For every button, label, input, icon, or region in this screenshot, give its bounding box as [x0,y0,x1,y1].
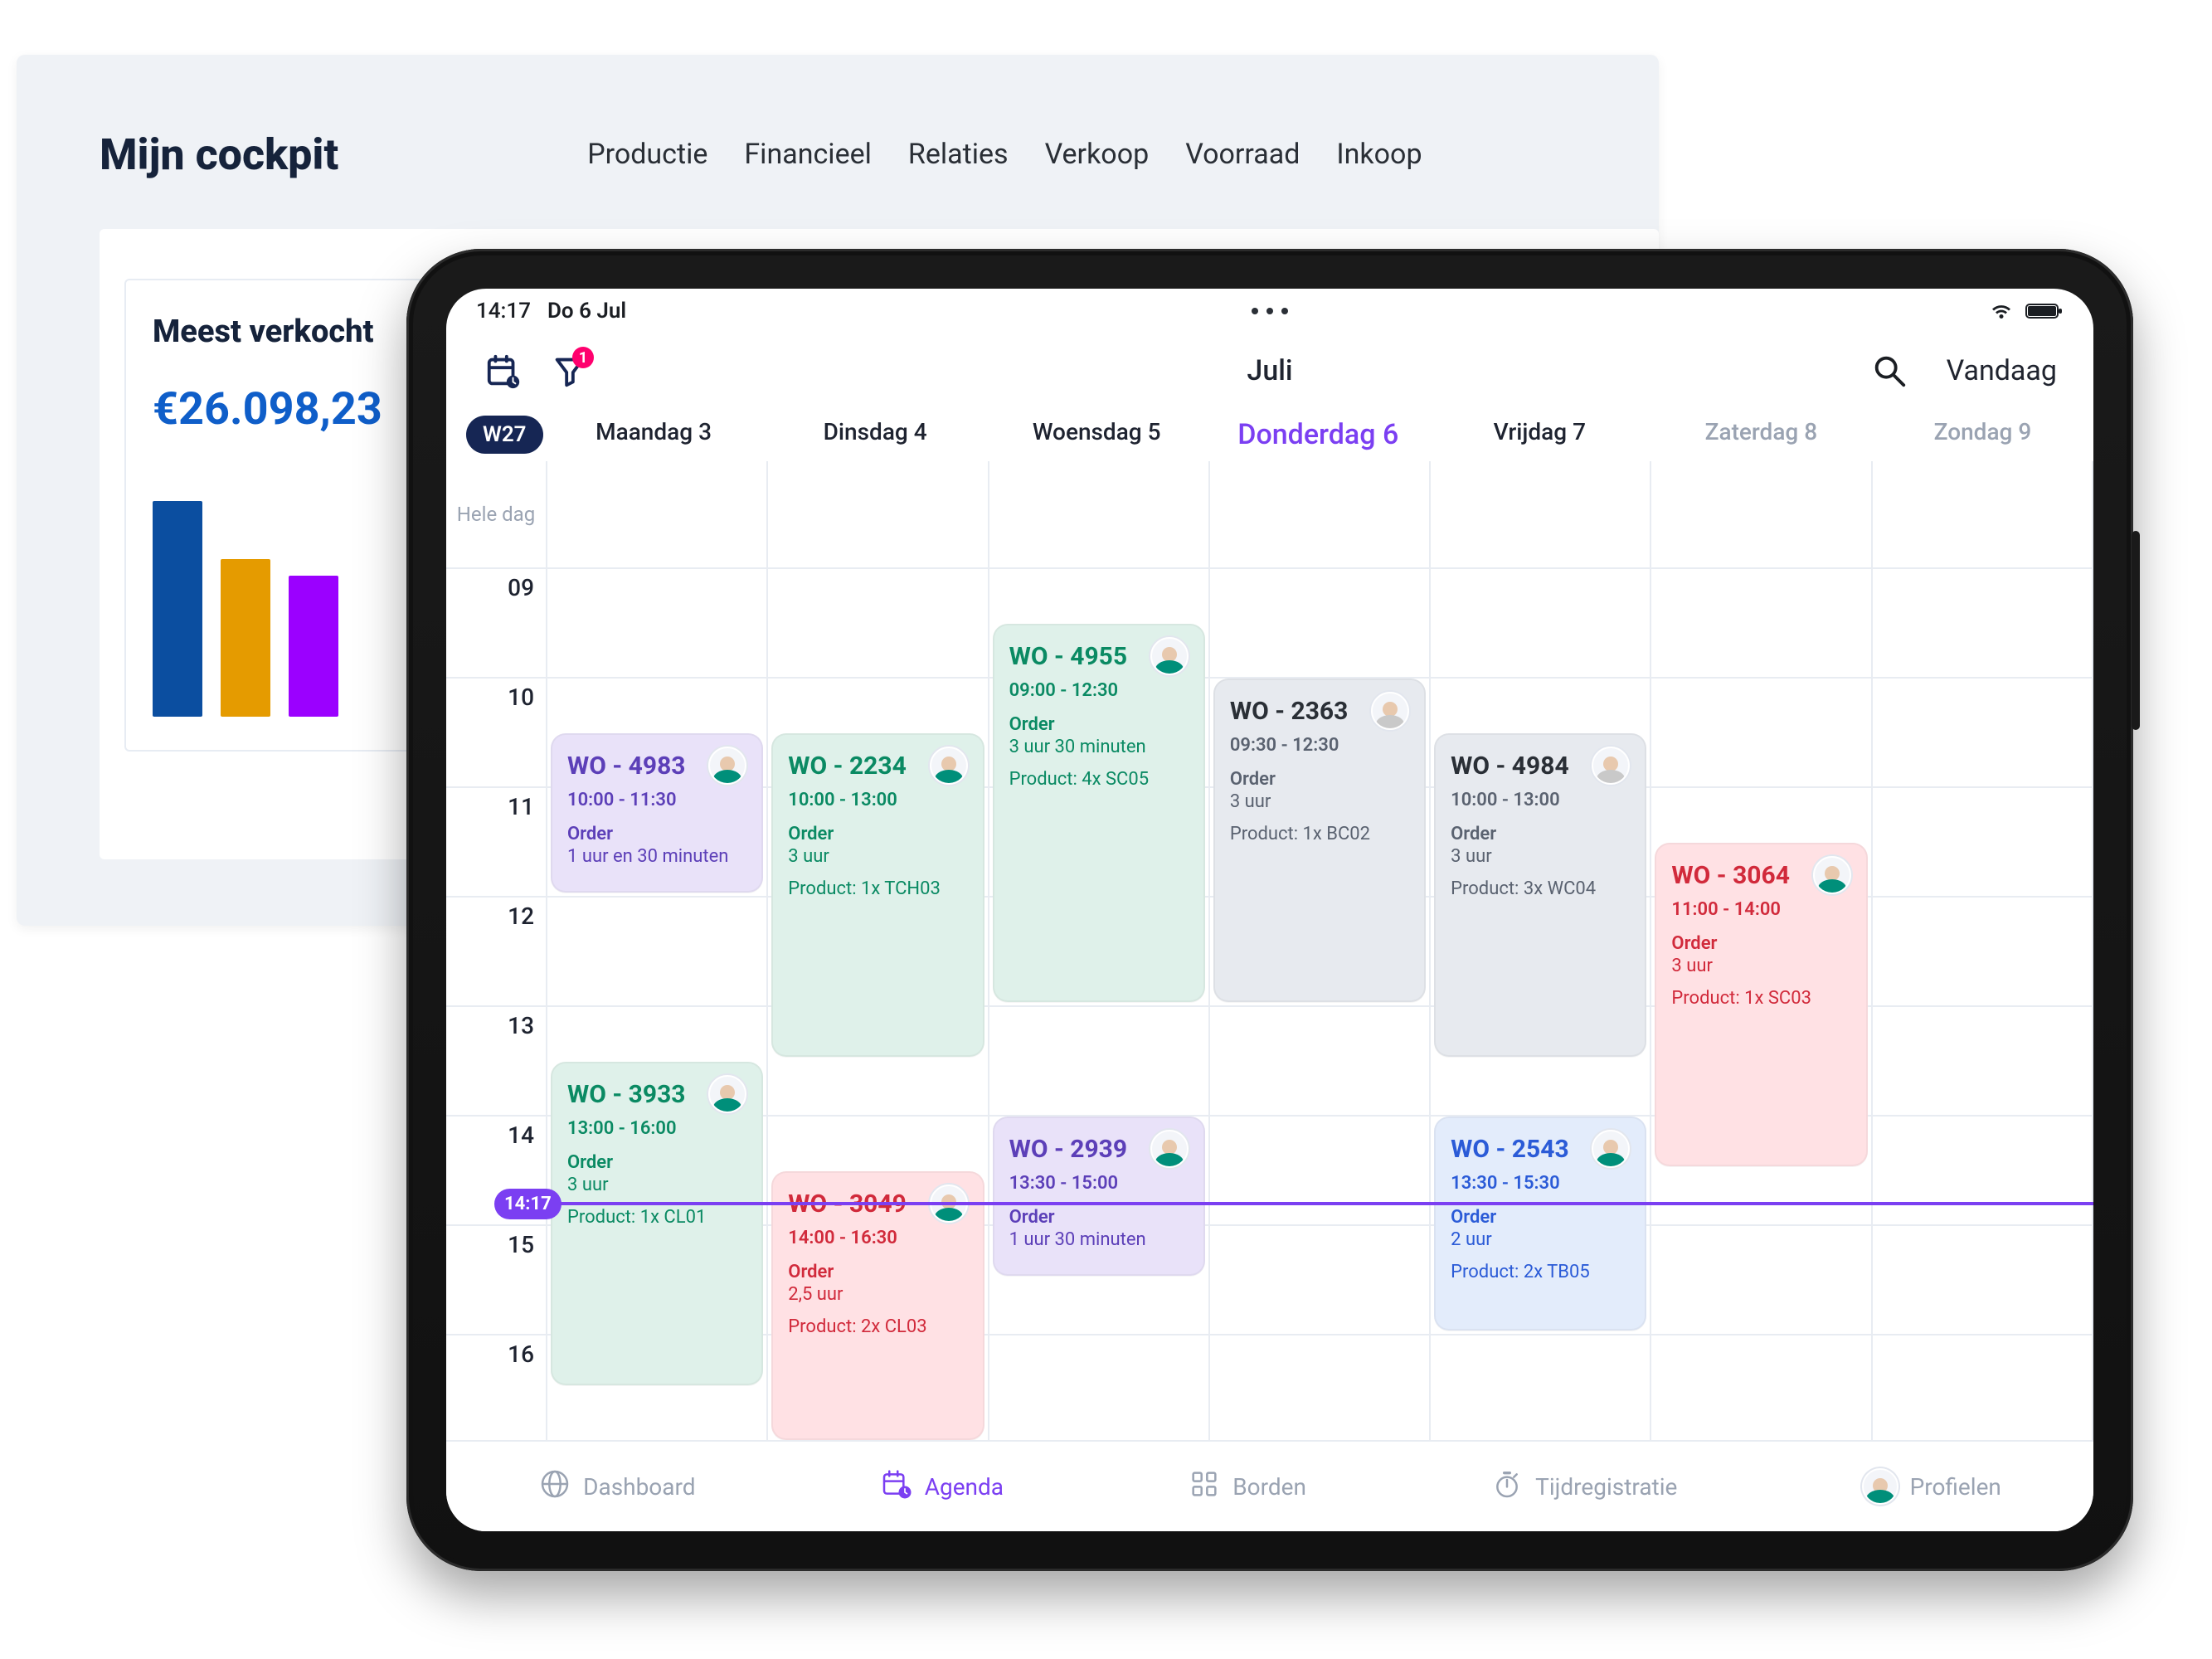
hour-11: 11 [446,788,546,898]
kanban-icon [1188,1467,1221,1506]
tab-bar: Dashboard Agenda Borden Tijdregistratie Prof… [446,1440,2093,1531]
col-1[interactable]: WO - 223410:00 - 13:00Order3 uurProduct:… [768,569,989,1440]
tab-tijdregistratie[interactable]: Tijdregistratie [1490,1467,1677,1506]
col-3[interactable]: WO - 236309:30 - 12:30Order3 uurProduct:… [1210,569,1431,1440]
tab-label: Borden [1232,1473,1306,1501]
hour-gutter: 0910111213141516 [446,569,547,1440]
tab-profielen[interactable]: Profielen [1862,1468,2001,1505]
all-day-label: Hele dag [446,461,547,567]
week-header: W27 Maandag 3Dinsdag 4Woensdag 5Donderda… [446,408,2093,461]
bar-1 [153,501,202,717]
avatar [1813,856,1851,894]
event-wo-3933[interactable]: WO - 393313:00 - 16:00Order3 uurProduct:… [551,1062,763,1385]
avatar [1150,1130,1189,1168]
col-2[interactable]: WO - 495509:00 - 12:30Order3 uur 30 minu… [989,569,1210,1440]
status-bar: 14:17 Do 6 Jul [446,289,2093,333]
card-title: Meest verkocht [153,314,395,350]
day-header-2[interactable]: Woensdag 5 [986,418,1208,451]
tab-label: Dashboard [583,1473,695,1501]
event-wo-4983[interactable]: WO - 498310:00 - 11:30Order1 uur en 30 m… [551,733,763,893]
hour-10: 10 [446,679,546,788]
hour-13: 13 [446,1007,546,1117]
col-6[interactable] [1873,569,2093,1440]
calendar-icon[interactable] [483,350,524,392]
bar-3 [289,576,338,717]
tab-label: Agenda [925,1473,1004,1501]
avatar [708,1075,746,1113]
hour-09: 09 [446,569,546,679]
day-header-6[interactable]: Zondag 9 [1872,418,2093,451]
day-columns: WO - 498310:00 - 11:30Order1 uur en 30 m… [547,569,2093,1440]
nav-inkoop[interactable]: Inkoop [1336,138,1422,171]
event-wo-2363[interactable]: WO - 236309:30 - 12:30Order3 uurProduct:… [1213,679,1426,1002]
bar-chart [153,501,338,717]
event-wo-4955[interactable]: WO - 495509:00 - 12:30Order3 uur 30 minu… [993,624,1205,1002]
wifi-icon [1989,302,2014,320]
timer-icon [1490,1467,1524,1506]
battery-icon [2025,302,2064,320]
day-header-5[interactable]: Zaterdag 8 [1650,418,1872,451]
event-wo-2939[interactable]: WO - 293913:30 - 15:00Order1 uur 30 minu… [993,1117,1205,1276]
col-0[interactable]: WO - 498310:00 - 11:30Order1 uur en 30 m… [547,569,768,1440]
tablet-screen: 14:17 Do 6 Jul 1 Juli [446,289,2093,1531]
tab-dashboard[interactable]: Dashboard [538,1467,695,1506]
day-header-0[interactable]: Maandag 3 [543,418,765,451]
hour-14: 14 [446,1117,546,1226]
tab-label: Profielen [1910,1473,2001,1501]
day-header-4[interactable]: Vrijdag 7 [1429,418,1650,451]
page-title: Mijn cockpit [100,129,338,180]
avatar [1592,1130,1630,1168]
status-time: 14:17 [476,299,531,324]
hour-15: 15 [446,1226,546,1335]
hour-12: 12 [446,898,546,1007]
tab-label: Tijdregistratie [1535,1473,1677,1501]
filter-icon[interactable]: 1 [549,350,591,392]
avatar [708,747,746,785]
filter-badge: 1 [572,347,594,368]
nav-relaties[interactable]: Relaties [908,138,1009,171]
avatar [1592,747,1630,785]
avatar [930,1185,968,1223]
nav-voorraad[interactable]: Voorraad [1185,138,1300,171]
card-value: €26.098,23 [153,383,395,435]
tab-borden[interactable]: Borden [1188,1467,1306,1506]
hour-16: 16 [446,1335,546,1440]
event-wo-3064[interactable]: WO - 306411:00 - 14:00Order3 uurProduct:… [1655,843,1867,1166]
status-date: Do 6 Jul [547,299,626,324]
all-day-row: Hele dag [446,461,2093,569]
col-4[interactable]: WO - 498410:00 - 13:00Order3 uurProduct:… [1431,569,1651,1440]
day-header-3[interactable]: Donderdag 6 [1208,418,1429,451]
nav-productie[interactable]: Productie [587,138,707,171]
event-wo-2543[interactable]: WO - 254313:30 - 15:30Order2 uurProduct:… [1434,1117,1646,1331]
month-title: Juli [1247,354,1292,387]
avatar [930,747,968,785]
bar-2 [221,559,270,717]
desktop-nav: Productie Financieel Relaties Verkoop Vo… [587,138,1422,171]
avatar-icon [1862,1468,1898,1505]
day-header-1[interactable]: Dinsdag 4 [765,418,986,451]
multitask-dots-icon[interactable] [1252,308,1288,314]
search-icon[interactable] [1869,350,1910,392]
avatar [1150,637,1189,675]
toolbar: 1 Juli Vandaag [446,333,2093,408]
nav-verkoop[interactable]: Verkoop [1045,138,1150,171]
most-sold-card: Meest verkocht €26.098,23 [124,279,423,752]
calendar-grid[interactable]: 0910111213141516 WO - 498310:00 - 11:30O… [446,569,2093,1440]
calendar-clock-icon [880,1467,913,1506]
tablet-frame: 14:17 Do 6 Jul 1 Juli [406,249,2133,1571]
event-wo-2234[interactable]: WO - 223410:00 - 13:00Order3 uurProduct:… [771,733,984,1057]
today-button[interactable]: Vandaag [1947,354,2057,387]
event-wo-3049[interactable]: WO - 304914:00 - 16:30Order2,5 uurProduc… [771,1171,984,1440]
globe-icon [538,1467,571,1506]
event-wo-4984[interactable]: WO - 498410:00 - 13:00Order3 uurProduct:… [1434,733,1646,1057]
nav-financieel[interactable]: Financieel [744,138,872,171]
col-5[interactable]: WO - 306411:00 - 14:00Order3 uurProduct:… [1651,569,1872,1440]
week-number-pill[interactable]: W27 [466,416,543,454]
avatar [1371,692,1409,730]
tab-agenda[interactable]: Agenda [880,1467,1004,1506]
desktop-header: Mijn cockpit Productie Financieel Relati… [100,105,1659,204]
